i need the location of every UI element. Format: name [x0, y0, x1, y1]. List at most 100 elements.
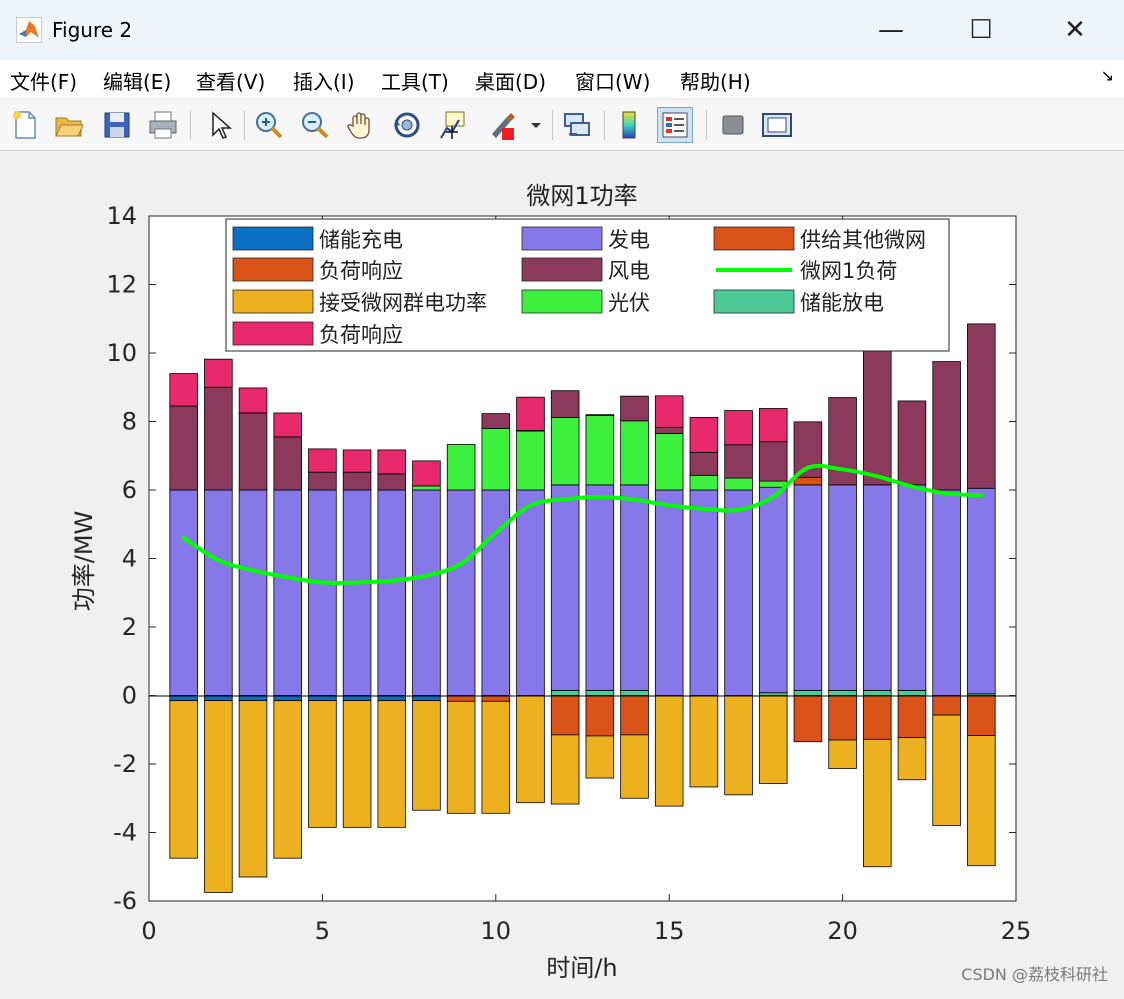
legend-label: 光伏: [608, 291, 650, 315]
x-tick-label: 20: [827, 917, 858, 945]
bar-segment: [863, 484, 892, 691]
bar-segment: [412, 700, 441, 811]
pointer-icon[interactable]: [202, 108, 236, 142]
bar-segment: [793, 695, 823, 743]
rotate-3d-icon[interactable]: [390, 108, 424, 142]
bar-segment: [758, 441, 788, 482]
legend[interactable]: 储能充电 发电 供给其他微网负荷响应 风电 微网1负荷接受微网群电功率 光伏 储能放电负荷响…: [225, 218, 950, 352]
bar-segment: [585, 414, 615, 416]
bar-segment: [897, 689, 927, 696]
bar-chart[interactable]: 0 5 10 15 20 25 -6-4-202468101214 微网1功率 时间/h …: [0, 151, 1124, 995]
open-file-icon[interactable]: [52, 108, 86, 142]
bar-segment: [758, 692, 788, 696]
bar-segment: [377, 700, 407, 828]
bar-segment: [654, 426, 684, 434]
maximize-icon: ☐: [969, 15, 993, 45]
bar-segment: [238, 387, 268, 414]
close-button[interactable]: ✕: [1045, 8, 1105, 52]
chart-title: 微网1功率: [526, 182, 637, 210]
menu-edit[interactable]: 编辑(E): [103, 66, 171, 95]
bar-segment: [689, 474, 719, 491]
bar-segment: [932, 695, 961, 716]
bar-segment: [620, 420, 649, 486]
legend-label: 发电: [608, 228, 650, 252]
menu-file[interactable]: 文件(F): [10, 66, 77, 95]
bar-segment: [308, 489, 337, 696]
bar-segment: [585, 689, 615, 696]
bar-segment: [342, 700, 372, 828]
legend-icon[interactable]: [657, 107, 693, 143]
zoom-in-icon[interactable]: [252, 108, 286, 142]
bar-segment: [724, 477, 753, 491]
menu-view[interactable]: 查看(V): [196, 66, 265, 95]
x-tick-label: 0: [141, 917, 156, 945]
show-plot-tools-icon[interactable]: [760, 108, 794, 142]
bar-segment: [724, 410, 753, 446]
menu-desktop[interactable]: 桌面(D): [475, 66, 546, 95]
bar-segment: [724, 695, 753, 796]
legend-label: 负荷响应: [319, 323, 403, 347]
bar-segment: [620, 395, 649, 422]
menu-insert[interactable]: 插入(I): [293, 66, 355, 95]
bar-segment: [204, 358, 233, 388]
bar-segment: [897, 737, 927, 781]
bar-segment: [169, 405, 198, 491]
bar-segment: [308, 471, 337, 491]
y-tick-label: 8: [122, 408, 137, 436]
y-tick-label: -2: [113, 750, 137, 778]
bar-segment: [654, 695, 684, 807]
y-tick-label: 12: [106, 271, 137, 299]
bar-segment: [724, 444, 753, 479]
bar-segment: [585, 484, 615, 691]
bar-segment: [342, 471, 372, 491]
bar-segment: [932, 714, 961, 827]
print-icon[interactable]: [146, 108, 180, 142]
bar-segment: [585, 414, 615, 486]
minimize-button[interactable]: —: [861, 8, 921, 52]
zoom-out-icon[interactable]: [298, 108, 332, 142]
pan-hand-icon[interactable]: [344, 108, 378, 142]
new-figure-icon[interactable]: [8, 108, 42, 142]
bar-segment: [967, 323, 996, 489]
colorbar-icon[interactable]: [612, 108, 646, 142]
bar-segment: [481, 489, 511, 696]
bar-segment: [412, 489, 441, 696]
legend-label: 负荷响应: [319, 259, 403, 283]
brush-icon[interactable]: [484, 108, 518, 142]
legend-label: 风电: [608, 259, 650, 283]
bar-segment: [169, 373, 198, 407]
bar-segment: [932, 361, 961, 491]
bar-segment: [689, 451, 719, 476]
bar-segment: [863, 695, 892, 740]
bar-segment: [828, 689, 857, 696]
bar-segment: [238, 412, 268, 491]
data-cursor-icon[interactable]: [436, 108, 470, 142]
y-tick-label: 6: [122, 476, 137, 504]
y-tick-label: 14: [106, 202, 137, 230]
link-icon[interactable]: [560, 108, 594, 142]
y-tick-label: 0: [122, 682, 137, 710]
toolbar-separator: [552, 110, 553, 140]
maximize-button[interactable]: ☐: [951, 8, 1011, 52]
bar-segment: [342, 489, 372, 696]
bar-segment: [481, 700, 511, 814]
menu-expand-icon[interactable]: ↘: [1101, 66, 1114, 85]
matlab-logo-icon: [16, 17, 42, 43]
title-bar: Figure 2 — ☐ ✕: [0, 0, 1124, 60]
close-icon: ✕: [1064, 15, 1086, 45]
save-icon[interactable]: [100, 108, 134, 142]
menu-window[interactable]: 窗口(W): [575, 66, 650, 95]
menu-tools[interactable]: 工具(T): [381, 66, 449, 95]
bar-segment: [863, 738, 892, 868]
bar-segment: [654, 489, 684, 696]
bar-segment: [550, 695, 580, 736]
brush-dropdown-icon[interactable]: [528, 108, 544, 142]
bar-segment: [758, 486, 788, 694]
hide-plot-tools-icon[interactable]: [716, 108, 750, 142]
bar-segment: [967, 487, 996, 695]
toolbar-separator: [604, 110, 605, 140]
legend-swatch: [521, 289, 603, 314]
bar-segment: [273, 700, 302, 859]
menu-help[interactable]: 帮助(H): [680, 66, 751, 95]
bar-segment: [897, 400, 927, 486]
